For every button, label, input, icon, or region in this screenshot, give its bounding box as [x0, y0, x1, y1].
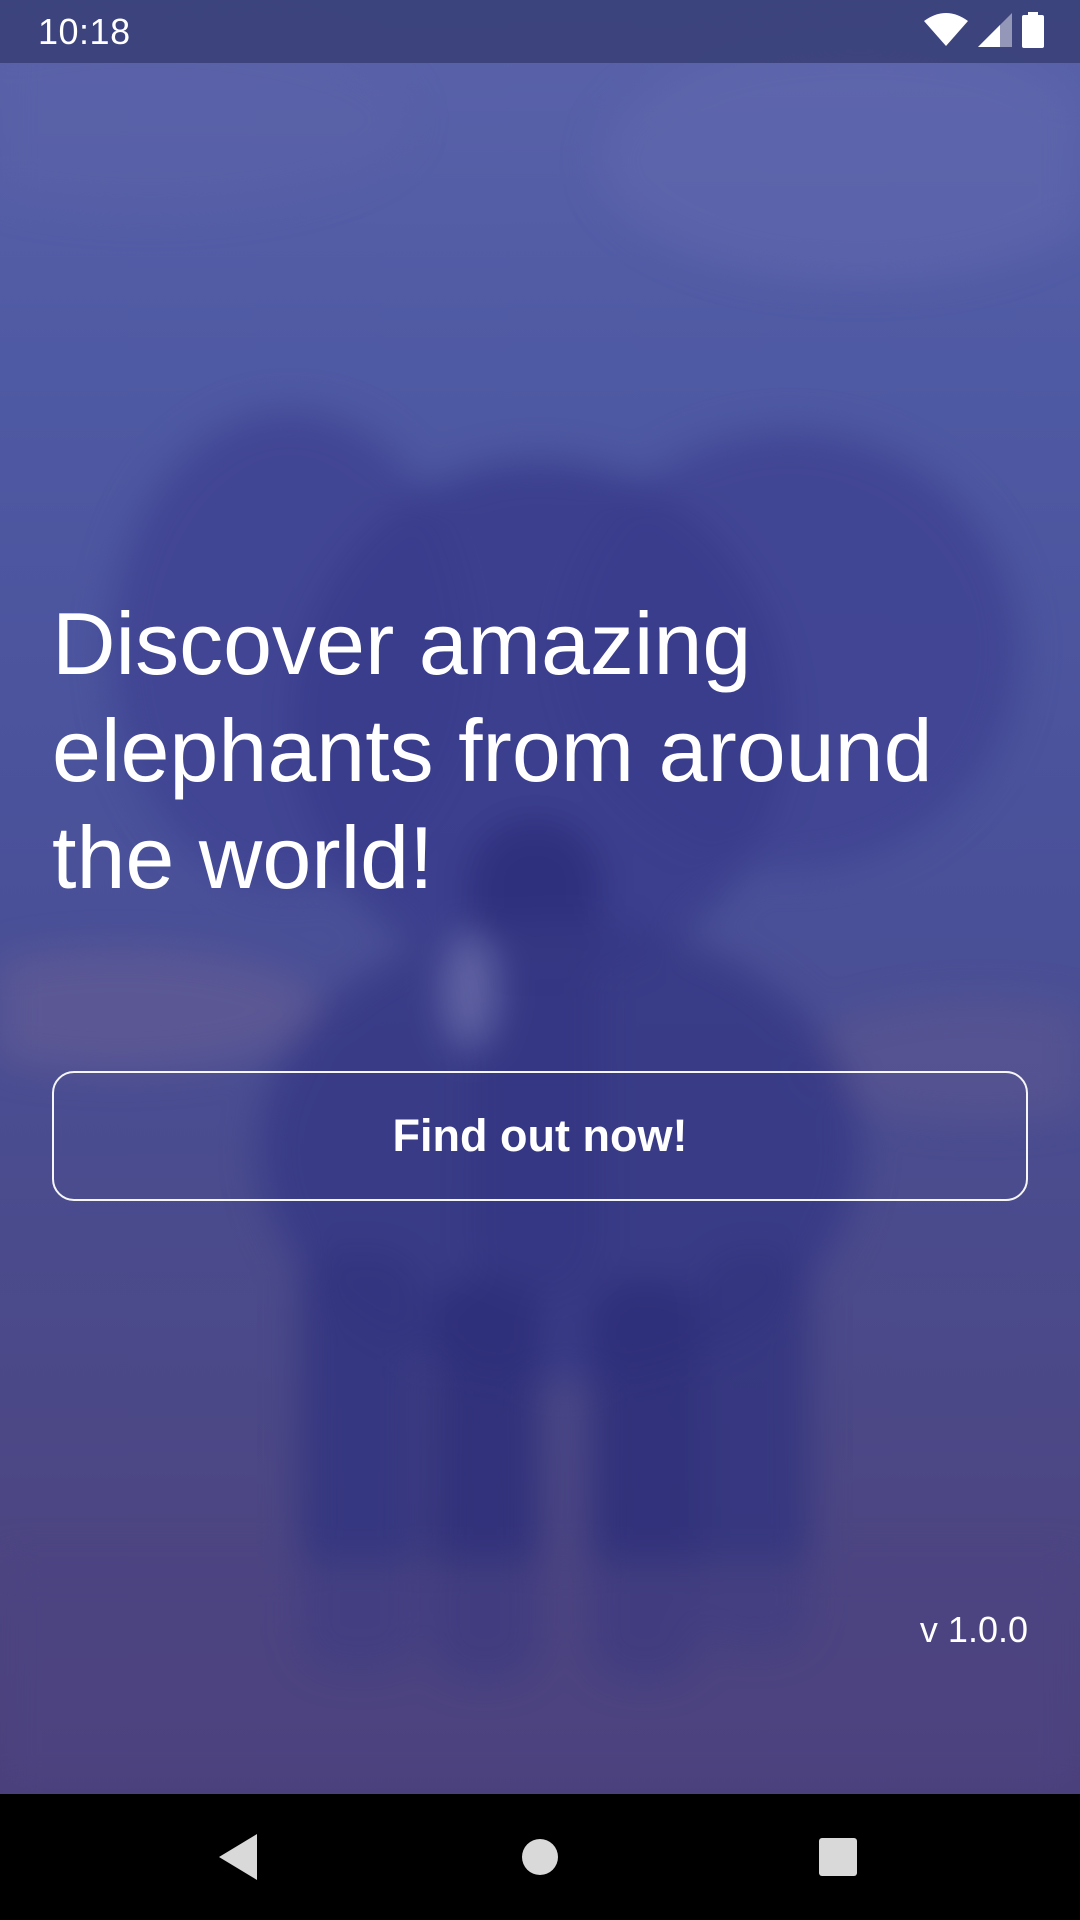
back-icon	[219, 1834, 257, 1880]
recents-button[interactable]	[805, 1824, 871, 1890]
home-button[interactable]	[507, 1824, 573, 1890]
status-bar: 10:18	[0, 0, 1080, 63]
back-button[interactable]	[206, 1824, 272, 1890]
signal-icon	[978, 12, 1012, 52]
recents-icon	[819, 1838, 857, 1876]
status-time: 10:18	[38, 11, 131, 52]
navigation-bar	[0, 1794, 1080, 1920]
battery-icon	[1022, 11, 1044, 53]
home-icon	[522, 1839, 558, 1875]
status-icons	[924, 11, 1044, 53]
version-label: v 1.0.0	[919, 1609, 1028, 1650]
headline: Discover amazing elephants from around t…	[52, 594, 933, 907]
find-out-now-button[interactable]: Find out now!	[52, 1071, 1028, 1201]
wifi-icon	[924, 12, 968, 52]
splash-screen: 10:18 Discover amazing elephants from ar…	[0, 0, 1080, 1920]
